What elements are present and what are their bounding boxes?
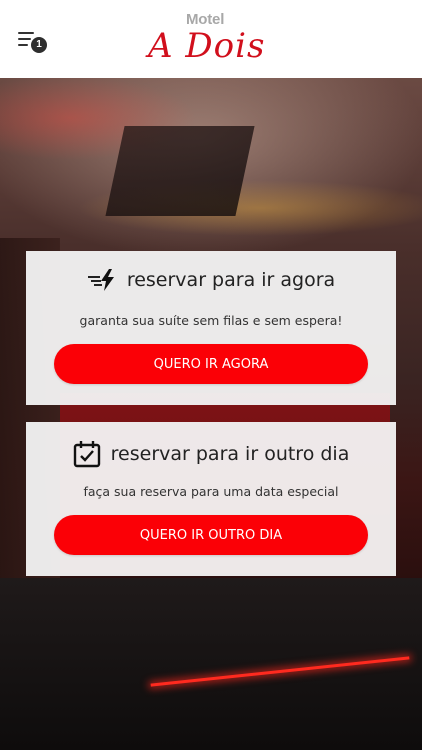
motel-logo: Motel A Dois — [140, 8, 280, 70]
reserve-now-card: reservar para ir agora garanta sua suíte… — [26, 251, 396, 405]
card-subtitle: faça sua reserva para uma data especial — [83, 484, 339, 499]
card-title: reservar para ir agora — [126, 269, 336, 291]
notification-badge: 1 — [31, 37, 47, 53]
card-title: reservar para ir outro dia — [110, 443, 350, 465]
fast-lightning-icon — [87, 269, 117, 291]
background-room-image — [0, 78, 422, 750]
reserve-other-day-button[interactable]: QUERO IR OUTRO DIA — [54, 515, 368, 555]
app-header: 1 Motel A Dois — [0, 0, 422, 78]
reserve-now-button[interactable]: QUERO IR AGORA — [54, 344, 368, 384]
calendar-check-icon — [73, 440, 101, 468]
reserve-other-day-card: reservar para ir outro dia faça sua rese… — [26, 422, 396, 576]
card-subtitle: garanta sua suíte sem filas e sem espera… — [79, 313, 343, 328]
logo-script-text: A Dois — [148, 26, 266, 66]
menu-button[interactable]: 1 — [14, 28, 50, 56]
